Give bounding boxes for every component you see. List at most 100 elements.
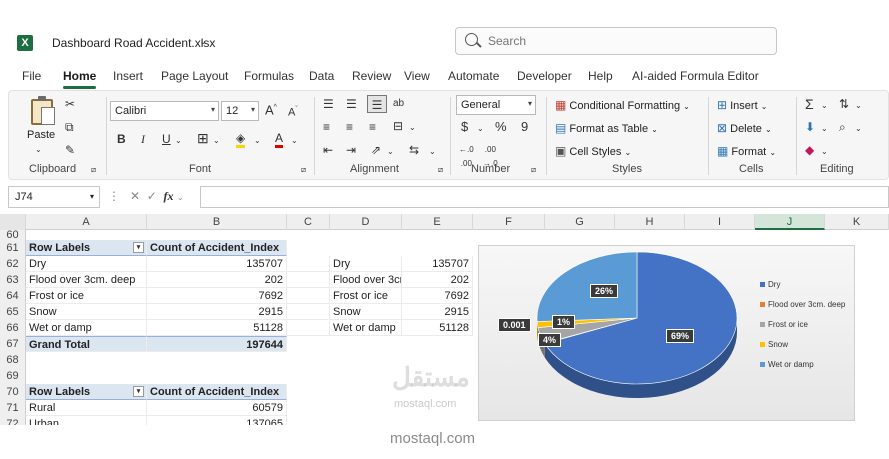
- underline-icon[interactable]: U: [162, 132, 171, 146]
- column-header[interactable]: G: [545, 214, 615, 230]
- cell[interactable]: 135707: [402, 256, 473, 272]
- cell[interactable]: 51128: [147, 320, 287, 336]
- align-center-icon[interactable]: ≡: [346, 120, 353, 134]
- column-header-selected[interactable]: J: [755, 214, 825, 230]
- column-header[interactable]: H: [615, 214, 685, 230]
- column-header[interactable]: D: [330, 214, 402, 230]
- data-label-snow[interactable]: 1%: [552, 315, 576, 329]
- name-box[interactable]: J74 ▾: [8, 186, 100, 208]
- cell[interactable]: Dry: [330, 256, 402, 272]
- pivot-header-cell[interactable]: Count of Accident_Index: [147, 240, 287, 256]
- delete-cells-button[interactable]: ⊠ Delete ⌄: [717, 121, 772, 135]
- fill-color-icon[interactable]: ◈: [236, 131, 246, 148]
- text-direction-icon[interactable]: ⇗: [371, 143, 381, 157]
- align-right-icon[interactable]: ≡: [369, 120, 376, 134]
- grand-total-label[interactable]: Grand Total: [26, 336, 147, 352]
- data-label-dry[interactable]: 69%: [666, 329, 695, 343]
- currency-icon[interactable]: $: [461, 120, 468, 134]
- chevron-down-icon[interactable]: ⌄: [821, 122, 828, 136]
- tab-page-layout[interactable]: Page Layout: [161, 69, 228, 83]
- tab-view[interactable]: View: [404, 69, 430, 83]
- chevron-down-icon[interactable]: ⌄: [199, 36, 207, 47]
- search-box[interactable]: [455, 27, 777, 55]
- cell[interactable]: 7692: [147, 288, 287, 304]
- chevron-down-icon[interactable]: ⌄: [821, 99, 828, 113]
- select-all-corner[interactable]: [0, 214, 26, 230]
- cell[interactable]: Wet or damp: [330, 320, 402, 336]
- filter-dropdown-icon[interactable]: ▾: [133, 386, 144, 397]
- column-header[interactable]: A: [26, 214, 147, 230]
- chevron-down-icon[interactable]: ⌄: [387, 145, 394, 159]
- row-number[interactable]: 64: [0, 288, 26, 304]
- chevron-down-icon[interactable]: ⌄: [175, 134, 182, 148]
- pie-slice-wet[interactable]: [536, 251, 638, 322]
- cell[interactable]: 137065: [147, 416, 287, 425]
- chevron-down-icon[interactable]: ⌄: [821, 145, 828, 159]
- chevron-down-icon[interactable]: ⌄: [254, 134, 261, 148]
- tab-insert[interactable]: Insert: [113, 69, 143, 83]
- cell[interactable]: [287, 256, 330, 272]
- tab-automate[interactable]: Automate: [448, 69, 499, 83]
- cell[interactable]: [287, 304, 330, 320]
- rtl-icon[interactable]: ⇆: [409, 143, 419, 157]
- decrease-font-icon[interactable]: Aˇ: [288, 103, 298, 120]
- tab-home[interactable]: Home: [63, 69, 97, 89]
- cell[interactable]: Dry: [26, 256, 147, 272]
- dialog-launcher-icon[interactable]: ⧄: [91, 163, 96, 177]
- cell[interactable]: [287, 320, 330, 336]
- cancel-icon[interactable]: ✕: [130, 189, 140, 203]
- tab-data[interactable]: Data: [309, 69, 334, 83]
- tab-formulas[interactable]: Formulas: [244, 69, 294, 83]
- tab-ai-formula-editor[interactable]: AI-aided Formula Editor: [632, 69, 759, 83]
- chevron-down-icon[interactable]: ⌄: [855, 122, 862, 136]
- cell-styles-button[interactable]: ▣ Cell Styles ⌄: [555, 144, 631, 158]
- row-number[interactable]: 61: [0, 240, 26, 256]
- tab-developer[interactable]: Developer: [517, 69, 572, 83]
- chevron-down-icon[interactable]: ⌄: [177, 193, 184, 202]
- align-left-icon[interactable]: ≡: [323, 120, 330, 134]
- copy-icon[interactable]: ⧉: [65, 120, 74, 134]
- cell[interactable]: Snow: [330, 304, 402, 320]
- row-number[interactable]: 70: [0, 384, 26, 400]
- cell[interactable]: Urban: [26, 416, 147, 425]
- cell[interactable]: 135707: [147, 256, 287, 272]
- comma-style-icon[interactable]: 9: [521, 120, 528, 134]
- cell[interactable]: Snow: [26, 304, 147, 320]
- find-select-icon[interactable]: ⌕: [839, 120, 846, 134]
- fill-icon[interactable]: ⬇: [805, 120, 815, 134]
- align-top-icon[interactable]: ☰: [323, 97, 334, 111]
- tab-review[interactable]: Review: [352, 69, 391, 83]
- row-number[interactable]: 72: [0, 416, 26, 425]
- percent-icon[interactable]: %: [495, 120, 507, 134]
- increase-font-icon[interactable]: A^: [265, 101, 277, 117]
- column-header[interactable]: I: [685, 214, 755, 230]
- pivot-header-cell[interactable]: Count of Accident_Index: [147, 384, 287, 400]
- row-number[interactable]: 65: [0, 304, 26, 320]
- dialog-launcher-icon[interactable]: ⧄: [438, 163, 443, 177]
- decrease-indent-icon[interactable]: ⇤: [323, 143, 333, 157]
- row-number[interactable]: 69: [0, 368, 26, 384]
- row-number[interactable]: 71: [0, 400, 26, 416]
- chevron-down-icon[interactable]: ⌄: [291, 134, 298, 148]
- cell[interactable]: Frost or ice: [26, 288, 147, 304]
- insert-function-icon[interactable]: fx: [163, 189, 173, 203]
- increase-indent-icon[interactable]: ⇥: [346, 143, 356, 157]
- chevron-down-icon[interactable]: ⌄: [429, 145, 436, 159]
- chevron-down-icon[interactable]: ⌄: [213, 134, 220, 148]
- cell[interactable]: 51128: [402, 320, 473, 336]
- cell[interactable]: 2915: [402, 304, 473, 320]
- document-title[interactable]: Dashboard Road Accident.xlsx: [52, 36, 215, 50]
- tab-help[interactable]: Help: [588, 69, 613, 83]
- cell[interactable]: 2915: [147, 304, 287, 320]
- pivot-header-cell[interactable]: Row Labels ▾: [26, 240, 147, 256]
- insert-cells-button[interactable]: ⊞ Insert ⌄: [717, 98, 767, 112]
- cell[interactable]: [287, 272, 330, 288]
- column-header[interactable]: E: [402, 214, 473, 230]
- row-number[interactable]: 60: [0, 230, 26, 241]
- dialog-launcher-icon[interactable]: ⧄: [301, 163, 306, 177]
- cell[interactable]: 202: [402, 272, 473, 288]
- tab-file[interactable]: File: [22, 69, 41, 83]
- cell[interactable]: Wet or damp: [26, 320, 147, 336]
- autosum-icon[interactable]: Σ: [805, 97, 814, 111]
- cut-icon[interactable]: ✂: [65, 97, 75, 111]
